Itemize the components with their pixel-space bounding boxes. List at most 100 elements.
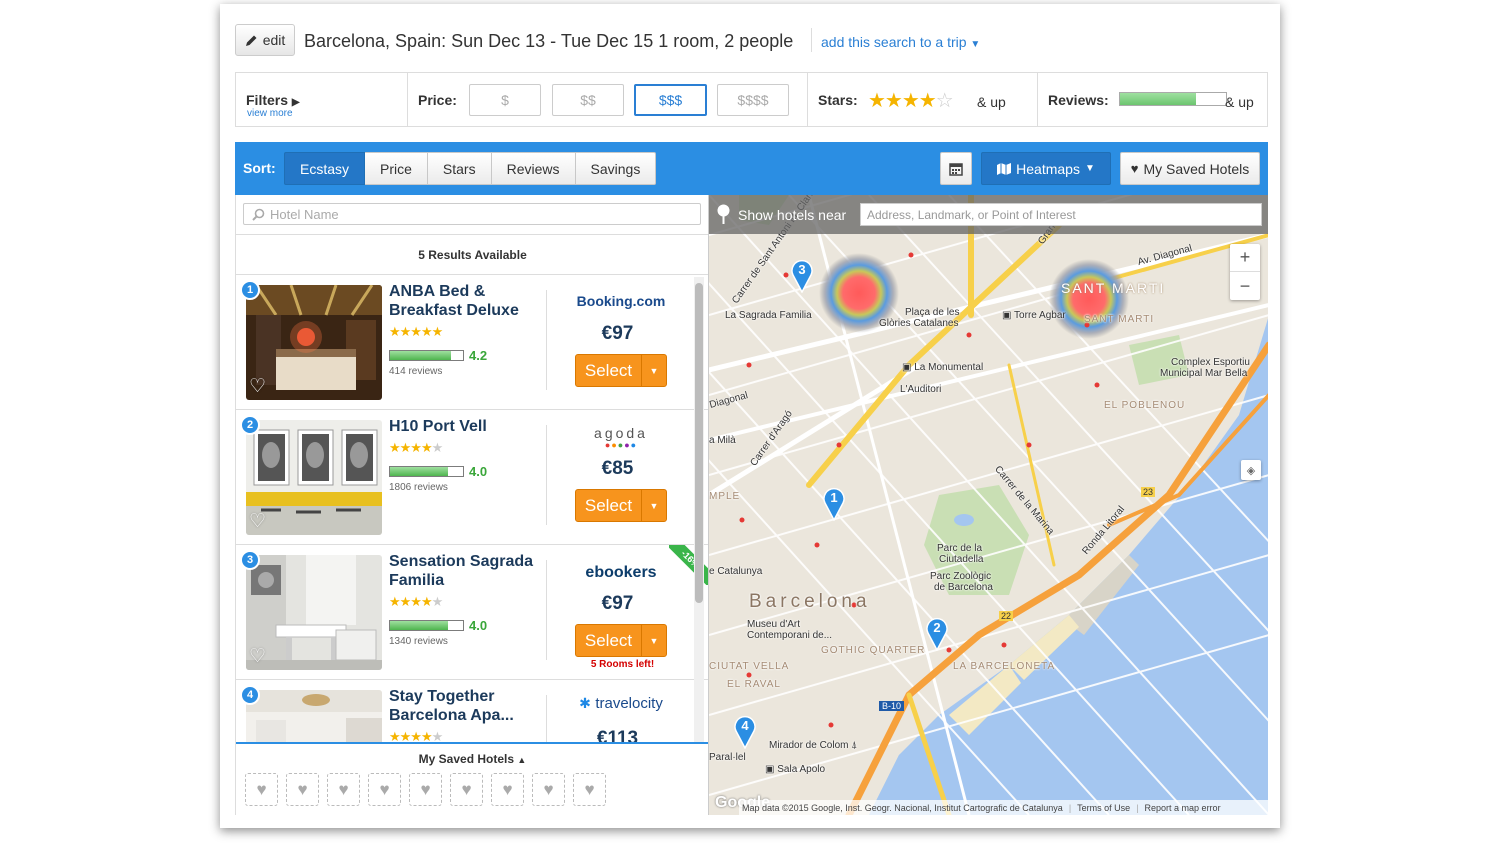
map-label: Ciutadella (939, 554, 984, 565)
locate-icon[interactable]: ◈ (1241, 460, 1261, 480)
divider (546, 695, 547, 742)
hotel-name[interactable]: H10 Port Vell (389, 417, 539, 436)
zoom-control: + − (1230, 244, 1260, 300)
heart-icon: ♥ (379, 779, 390, 799)
heart-icon: ♥ (584, 779, 595, 799)
map-label: Municipal Mar Bella (1160, 368, 1248, 379)
map-hotel-pin[interactable]: 2 (925, 615, 949, 651)
saved-slot[interactable]: ♥ (573, 773, 606, 806)
caret-down-icon: ▼ (1084, 163, 1095, 174)
provider-logo: agoda ●●●●● (594, 425, 648, 450)
terms-of-use-link[interactable]: Terms of Use (1077, 803, 1130, 813)
hotel-number-badge: 1 (240, 280, 260, 300)
hotel-number-badge: 4 (240, 685, 260, 705)
hotel-photo[interactable] (246, 690, 382, 742)
map-label: Paral·lel (709, 752, 746, 763)
hotel-card[interactable]: 4 Stay Together Barcelona Apa... ★★★★★ ✱… (236, 680, 708, 742)
map-label: Plaça de les (905, 307, 960, 318)
saved-slot[interactable]: ♥ (450, 773, 483, 806)
saved-slot[interactable]: ♥ (286, 773, 319, 806)
map-hotel-pin[interactable]: 3 (790, 257, 814, 293)
caret-down-icon: ▼ (970, 39, 981, 50)
zoom-out-button[interactable]: − (1230, 272, 1260, 300)
heatmaps-dropdown[interactable]: Heatmaps ▼ (981, 152, 1111, 185)
stars-label: Stars: (818, 92, 858, 108)
zoom-in-button[interactable]: + (1230, 244, 1260, 272)
select-button[interactable]: Select ▼ (575, 354, 667, 387)
saved-slot[interactable]: ♥ (368, 773, 401, 806)
review-count[interactable]: 414 reviews (389, 366, 442, 377)
map-label: Museu d'Art (747, 619, 801, 630)
report-map-error-link[interactable]: Report a map error (1145, 803, 1221, 813)
map-label: ▣ Sala Apolo (765, 764, 826, 775)
calendar-button[interactable] (940, 152, 972, 185)
road-shield: 23 (1141, 487, 1156, 497)
map-attribution: Map data ©2015 Google, Inst. Geogr. Naci… (739, 800, 1268, 815)
add-to-trip-link[interactable]: add this search to a trip ▼ (821, 34, 980, 50)
price-option-2[interactable]: $$ (552, 84, 624, 116)
sort-tab-reviews[interactable]: Reviews (491, 152, 576, 185)
saved-slot[interactable]: ♥ (532, 773, 565, 806)
caret-down-icon: ▼ (641, 625, 666, 656)
district-label: MPLE (709, 491, 741, 502)
stars-selector[interactable]: ★★★★☆ (868, 88, 954, 113)
list-scrollbar-thumb[interactable] (695, 283, 703, 603)
sort-tab-ecstasy[interactable]: Ecstasy (284, 152, 366, 185)
map-label: Parc Zoològic (930, 571, 992, 582)
hotel-price: €85 (601, 458, 634, 479)
sort-tab-stars[interactable]: Stars (427, 152, 492, 185)
save-heart-icon[interactable]: ♡ (249, 375, 266, 398)
svg-text:2: 2 (933, 620, 940, 635)
caret-right-icon: ▶ (291, 97, 300, 108)
map-label: a Milà (709, 435, 736, 446)
select-button[interactable]: Select ▼ (575, 624, 667, 657)
reviews-slider[interactable] (1119, 92, 1227, 106)
map-label: Complex Esportiu (1171, 357, 1250, 368)
price-option-1[interactable]: $ (469, 84, 541, 116)
view-more-link[interactable]: view more (247, 108, 293, 119)
sort-tab-savings[interactable]: Savings (575, 152, 657, 185)
hotel-card[interactable]: 1 ♡ ANBA Bed & Breakfast Deluxe ★★★★★ 4.… (236, 275, 708, 410)
pencil-icon (245, 35, 257, 46)
map-label: Parc de la (937, 543, 983, 554)
price-option-4[interactable]: $$$$ (717, 84, 789, 116)
save-heart-icon[interactable]: ♡ (249, 645, 266, 668)
saved-hotels-label: My Saved Hotels (1143, 160, 1250, 177)
hotel-card[interactable]: 2 ♡ H10 Port Vell ★★★★★ 4.0 1806 reviews… (236, 410, 708, 545)
saved-slot[interactable]: ♥ (491, 773, 524, 806)
review-count[interactable]: 1806 reviews (389, 482, 448, 493)
map-hotel-pin[interactable]: 1 (822, 485, 846, 521)
hotel-name[interactable]: Sensation Sagrada Familia (389, 552, 539, 590)
map-panel[interactable]: La Sagrada Familia Plaça de les Glòries … (708, 195, 1268, 815)
hotel-photo[interactable] (246, 555, 382, 670)
saved-slot[interactable]: ♥ (245, 773, 278, 806)
my-saved-hotels-button[interactable]: ♥ My Saved Hotels (1120, 152, 1260, 185)
save-heart-icon[interactable]: ♡ (249, 510, 266, 533)
travelocity-star-icon: ✱ (579, 695, 591, 711)
near-location-input[interactable]: Address, Landmark, or Point of Interest (860, 203, 1262, 226)
district-label: EL POBLENOU (1104, 400, 1186, 411)
hotel-name-search[interactable]: Hotel Name (243, 203, 701, 225)
saved-hotels-toggle[interactable]: My Saved Hotels ▲ (236, 752, 708, 766)
map-hotel-pin[interactable]: 4 (733, 713, 757, 749)
map-label: ▣ La Monumental (902, 362, 984, 373)
select-button[interactable]: Select ▼ (575, 489, 667, 522)
hotel-search-placeholder: Hotel Name (270, 206, 339, 222)
reviews-label: Reviews: (1048, 92, 1109, 108)
saved-slot[interactable]: ♥ (409, 773, 442, 806)
saved-slot[interactable]: ♥ (327, 773, 360, 806)
hotel-photo[interactable] (246, 420, 382, 535)
map-label: L'Auditori (900, 384, 942, 395)
map-data-credit: Map data ©2015 Google, Inst. Geogr. Naci… (742, 802, 1063, 813)
hotel-name[interactable]: ANBA Bed & Breakfast Deluxe (389, 282, 539, 320)
stars-filter: Stars: ★★★★☆ & up (808, 73, 1038, 126)
hotel-card[interactable]: 3 ♡ Sensation Sagrada Familia ★★★★★ 4.0 … (236, 545, 708, 680)
hotel-name[interactable]: Stay Together Barcelona Apa... (389, 687, 539, 725)
sort-tab-price[interactable]: Price (365, 152, 428, 185)
sort-tabs: Ecstasy Price Stars Reviews Savings (284, 152, 657, 185)
edit-button[interactable]: edit (235, 24, 295, 56)
price-option-3[interactable]: $$$ (634, 84, 707, 116)
review-count[interactable]: 1340 reviews (389, 636, 448, 647)
filters-toggle[interactable]: Filters ▶ view more (236, 73, 408, 126)
hotel-photo[interactable] (246, 285, 382, 400)
